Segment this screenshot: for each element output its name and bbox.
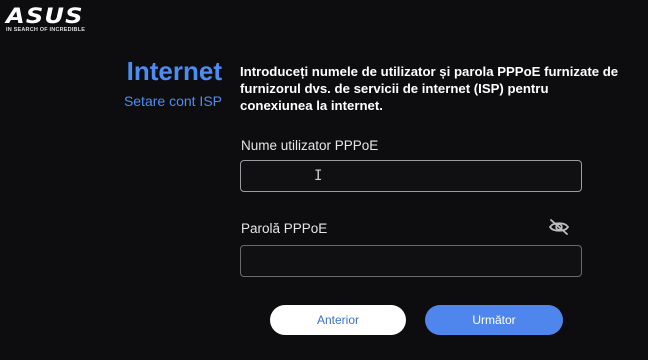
- page-title: Internet: [126, 56, 222, 86]
- next-button[interactable]: Următor: [425, 305, 563, 335]
- text-cursor-icon: I: [314, 168, 323, 184]
- username-label: Nume utilizator PPPoE: [241, 138, 379, 153]
- back-button[interactable]: Anterior: [270, 305, 406, 335]
- instructions-text: Introduceți numele de utilizator și paro…: [240, 64, 619, 113]
- username-input[interactable]: [240, 160, 582, 192]
- page-subtitle: Setare cont ISP: [123, 93, 222, 109]
- eye-slash-icon[interactable]: [548, 218, 570, 236]
- password-input[interactable]: [240, 245, 582, 277]
- asus-logo: ASUS IN SEARCH OF INCREDIBLE: [6, 6, 85, 34]
- logo-wordmark: ASUS: [6, 4, 84, 28]
- password-label: Parolă PPPoE: [241, 221, 328, 236]
